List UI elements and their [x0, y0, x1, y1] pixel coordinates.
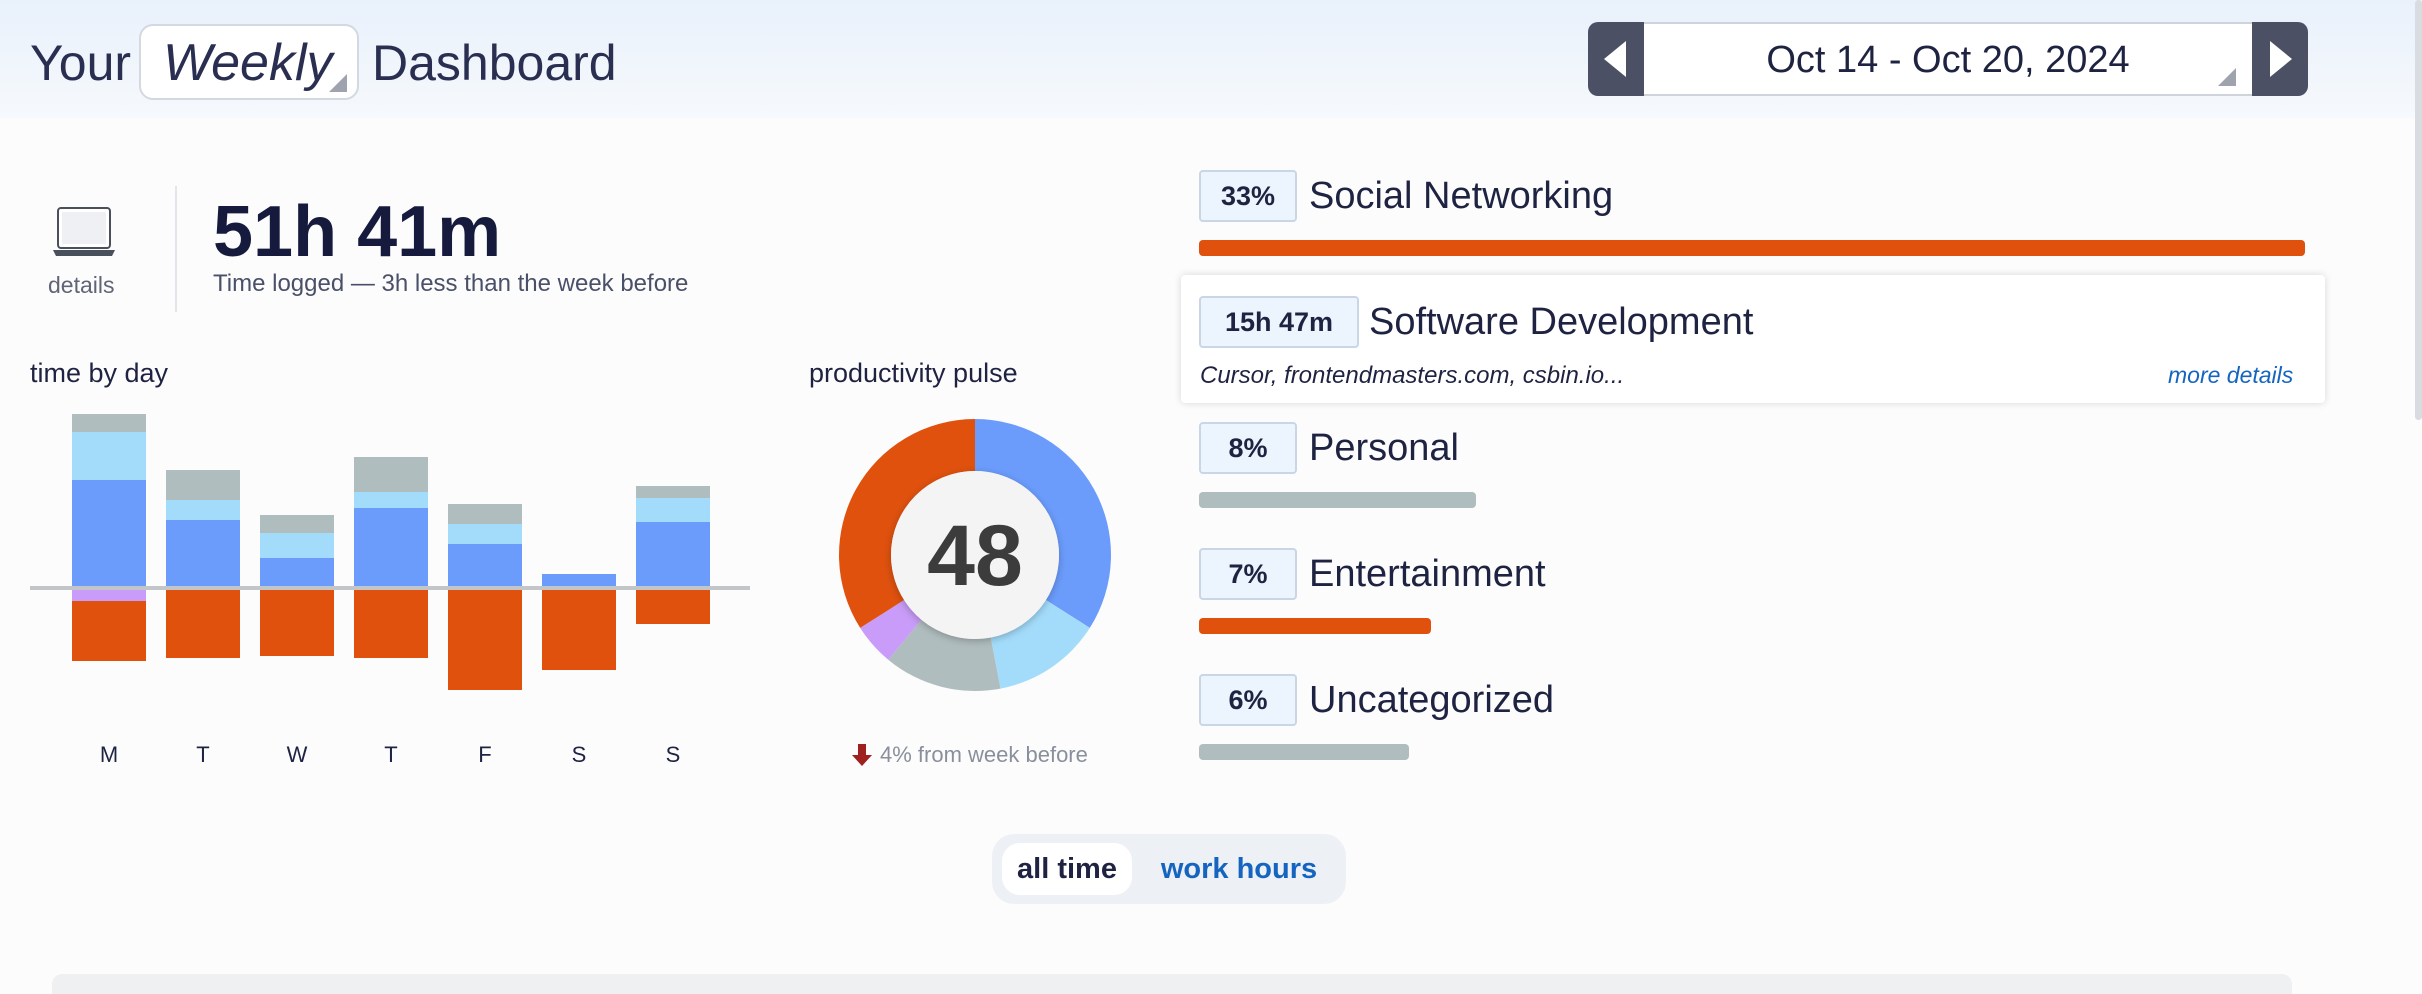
category-percent-badge: 33%	[1199, 170, 1297, 222]
category-bar	[1199, 240, 2305, 256]
category-name[interactable]: Uncategorized	[1309, 674, 1554, 726]
category-name[interactable]: Social Networking	[1309, 170, 1613, 222]
dropdown-corner-icon	[2218, 68, 2236, 86]
pulse-score: 48	[927, 508, 1023, 604]
previous-week-button[interactable]	[1588, 22, 1644, 96]
day-tick-label: F	[478, 742, 491, 767]
page-scrollbar[interactable]	[2415, 0, 2422, 420]
triangle-right-icon	[2270, 41, 2292, 77]
day-tick-label: T	[384, 742, 397, 767]
time-by-day-chart: MTWTFSS	[30, 414, 750, 767]
bar-segment-very-productive[interactable]	[636, 522, 710, 588]
day-tick-label: W	[287, 742, 308, 767]
bar-segment-very-distracting[interactable]	[260, 588, 334, 656]
bar-segment-very-productive[interactable]	[72, 480, 146, 588]
category-name[interactable]: Software Development	[1369, 296, 1753, 348]
bar-segment-neutral[interactable]	[448, 504, 522, 524]
laptop-icon[interactable]	[52, 206, 116, 258]
bar-segment-productive[interactable]	[72, 432, 146, 480]
bar-segment-very-distracting[interactable]	[72, 601, 146, 661]
title-suffix: Dashboard	[372, 35, 617, 91]
bar-segment-neutral[interactable]	[72, 414, 146, 432]
day-tick-label: S	[666, 742, 681, 767]
toggle-work-hours[interactable]: work hours	[1140, 843, 1338, 895]
time-range-toggle: all time work hours	[992, 834, 1346, 904]
total-time-logged: 51h 41m	[213, 192, 502, 272]
bar-segment-very-productive[interactable]	[260, 558, 334, 588]
period-select-value: Weekly	[163, 34, 333, 92]
time-logged-note: Time logged — 3h less than the week befo…	[213, 270, 689, 297]
bar-segment-productive[interactable]	[260, 533, 334, 558]
category-bar	[1199, 618, 1431, 634]
details-link[interactable]: details	[48, 272, 114, 299]
date-range-select[interactable]: Oct 14 - Oct 20, 2024	[1644, 22, 2252, 96]
dropdown-corner-icon	[329, 74, 347, 92]
category-name[interactable]: Entertainment	[1309, 548, 1546, 600]
category-percent-badge: 7%	[1199, 548, 1297, 600]
category-apps-list: Cursor, frontendmasters.com, csbin.io...	[1200, 362, 1625, 389]
category-bar	[1199, 492, 1476, 508]
bar-segment-productive[interactable]	[354, 492, 428, 508]
day-tick-label: M	[100, 742, 118, 767]
category-percent-badge: 6%	[1199, 674, 1297, 726]
category-percent-badge: 8%	[1199, 422, 1297, 474]
bar-segment-productive[interactable]	[166, 500, 240, 520]
date-range-text: Oct 14 - Oct 20, 2024	[1766, 39, 2130, 81]
category-bar	[1199, 744, 1409, 760]
summary-divider	[175, 186, 177, 312]
bar-segment-very-distracting[interactable]	[542, 588, 616, 670]
bar-segment-very-productive[interactable]	[354, 508, 428, 588]
bar-segment-very-productive[interactable]	[166, 520, 240, 588]
bar-segment-very-productive[interactable]	[542, 574, 616, 588]
next-week-button[interactable]	[2252, 22, 2308, 96]
category-time-badge: 15h 47m	[1199, 296, 1359, 348]
next-section-edge	[52, 974, 2292, 994]
bar-segment-productive[interactable]	[448, 524, 522, 544]
bar-segment-productive[interactable]	[636, 498, 710, 522]
productivity-pulse-chart: 48	[839, 419, 1111, 691]
pulse-change-note: 4% from week before	[880, 742, 1088, 767]
bar-segment-neutral[interactable]	[354, 457, 428, 492]
bar-segment-neutral[interactable]	[636, 486, 710, 498]
day-tick-label: T	[196, 742, 209, 767]
bar-segment-very-distracting[interactable]	[166, 588, 240, 658]
day-tick-label: S	[572, 742, 587, 767]
time-by-day-label: time by day	[30, 358, 169, 388]
bar-segment-very-distracting[interactable]	[354, 588, 428, 658]
bar-segment-very-distracting[interactable]	[448, 588, 522, 690]
bar-segment-very-productive[interactable]	[448, 544, 522, 588]
bar-segment-neutral[interactable]	[166, 470, 240, 500]
productivity-pulse-label: productivity pulse	[809, 358, 1018, 388]
more-details-link[interactable]: more details	[2168, 362, 2293, 389]
period-select[interactable]: Weekly	[139, 24, 359, 100]
toggle-all-time[interactable]: all time	[1002, 843, 1132, 895]
title-prefix: Your	[30, 35, 132, 91]
bar-segment-very-distracting[interactable]	[636, 588, 710, 624]
arrow-down-icon	[852, 744, 872, 766]
bar-segment-neutral[interactable]	[260, 515, 334, 533]
triangle-left-icon	[1604, 41, 1626, 77]
category-name[interactable]: Personal	[1309, 422, 1459, 474]
